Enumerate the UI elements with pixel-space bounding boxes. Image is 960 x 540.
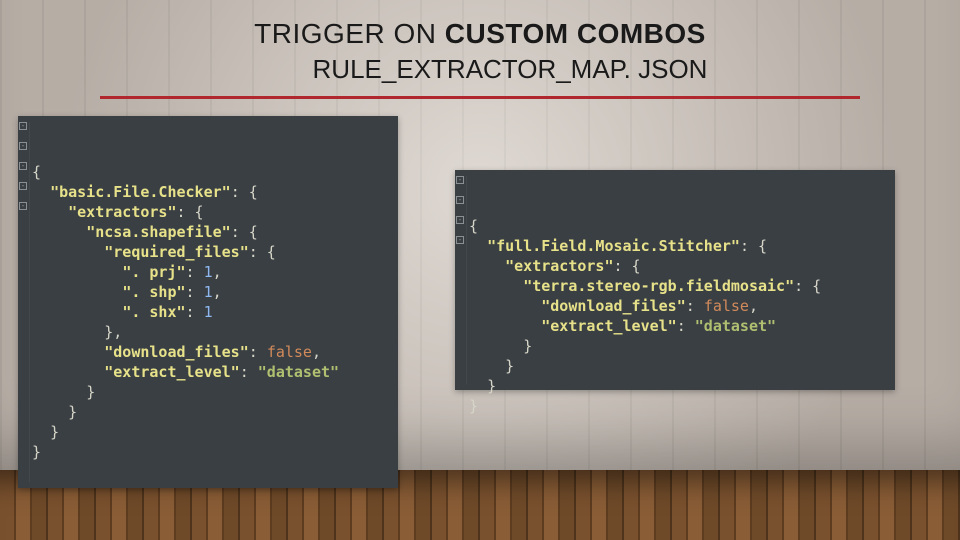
punct: },	[104, 323, 122, 341]
punct: : {	[794, 277, 821, 295]
title-line2: RULE_EXTRACTOR_MAP. JSON	[120, 54, 840, 85]
punct: : {	[614, 257, 641, 275]
punct: : {	[249, 243, 276, 261]
json-key: "extractors"	[505, 257, 613, 275]
punct: }	[86, 383, 95, 401]
code-block-right: - - - - { "full.Field.Mosaic.Stitcher": …	[455, 170, 895, 390]
json-key: "ncsa.shapefile"	[86, 223, 231, 241]
title-line1-prefix: TRIGGER ON	[254, 18, 445, 49]
punct: }	[505, 357, 514, 375]
json-key: "extractors"	[68, 203, 176, 221]
fold-icon: -	[19, 122, 27, 130]
code-gutter: - - - - -	[18, 122, 30, 482]
fold-icon: -	[19, 162, 27, 170]
punct: : {	[740, 237, 767, 255]
json-key: "download_files"	[104, 343, 249, 361]
punct: : {	[231, 223, 258, 241]
punct: }	[469, 397, 478, 415]
code-line: {	[469, 217, 478, 235]
punct: ,	[312, 343, 321, 361]
punct: ,	[749, 297, 758, 315]
title-underline	[100, 96, 860, 99]
json-key: ". shp"	[122, 283, 185, 301]
slide-title: TRIGGER ON CUSTOM COMBOS RULE_EXTRACTOR_…	[120, 18, 840, 85]
json-key: "basic.File.Checker"	[50, 183, 231, 201]
json-key: "extract_level"	[104, 363, 239, 381]
punct: ,	[213, 263, 222, 281]
punct: ,	[213, 283, 222, 301]
json-number: 1	[204, 303, 213, 321]
fold-icon: -	[19, 142, 27, 150]
punct: }	[68, 403, 77, 421]
code-line: {	[32, 163, 41, 181]
json-key: "extract_level"	[541, 317, 676, 335]
punct: : {	[231, 183, 258, 201]
fold-icon: -	[456, 236, 464, 244]
punct: }	[523, 337, 532, 355]
json-key: "required_files"	[104, 243, 249, 261]
code-gutter: - - - -	[455, 176, 467, 384]
json-bool: false	[267, 343, 312, 361]
json-key: "download_files"	[541, 297, 686, 315]
fold-icon: -	[19, 182, 27, 190]
json-string: "dataset"	[695, 317, 776, 335]
json-key: ". prj"	[122, 263, 185, 281]
fold-icon: -	[456, 176, 464, 184]
punct: }	[32, 443, 41, 461]
json-bool: false	[704, 297, 749, 315]
title-line1-bold: CUSTOM COMBOS	[445, 18, 706, 49]
json-number: 1	[204, 283, 213, 301]
json-key: "terra.stereo-rgb.fieldmosaic"	[523, 277, 794, 295]
punct: }	[487, 377, 496, 395]
punct: : {	[177, 203, 204, 221]
fold-icon: -	[456, 216, 464, 224]
code-block-left: - - - - - { "basic.File.Checker": { "ext…	[18, 116, 398, 488]
json-number: 1	[204, 263, 213, 281]
json-key: ". shx"	[122, 303, 185, 321]
json-string: "dataset"	[258, 363, 339, 381]
fold-icon: -	[19, 202, 27, 210]
fold-icon: -	[456, 196, 464, 204]
json-key: "full.Field.Mosaic.Stitcher"	[487, 237, 740, 255]
punct: }	[50, 423, 59, 441]
